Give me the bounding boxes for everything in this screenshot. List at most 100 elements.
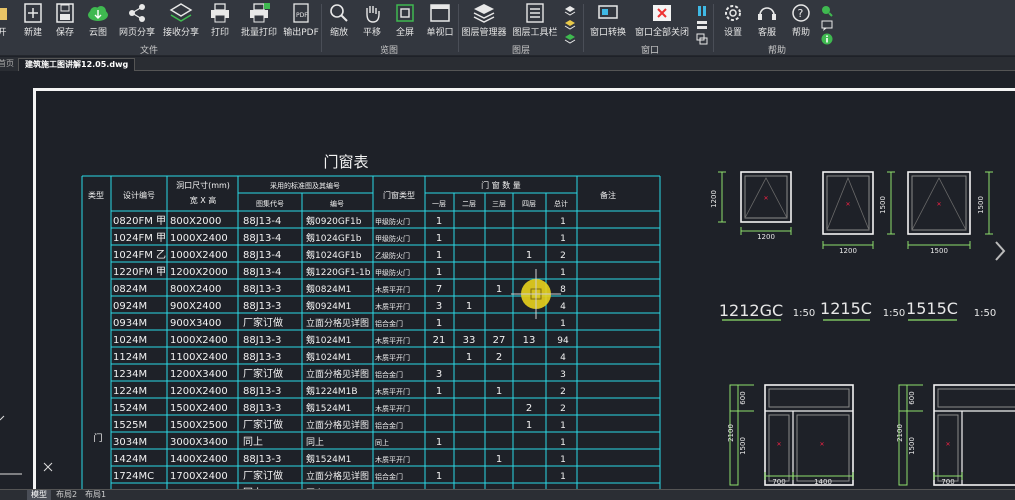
next-arrow-icon[interactable] bbox=[995, 241, 1006, 261]
table-cell: 88J13-4 bbox=[243, 267, 281, 278]
table-cell: 铝合金门 bbox=[375, 472, 403, 481]
table-cell: 27 bbox=[493, 335, 506, 346]
table-cell: 厂家订做 bbox=[243, 469, 283, 482]
dimension-text: 1500 bbox=[879, 196, 887, 214]
table-cell: 同上 bbox=[306, 437, 324, 448]
tab-model[interactable]: 模型 bbox=[27, 490, 51, 500]
door-elevation-a-side bbox=[768, 414, 790, 482]
new-button[interactable]: 新建 bbox=[20, 2, 46, 38]
window-switch-button[interactable]: 窗口转换 bbox=[588, 2, 628, 38]
group-label-window: 窗口 bbox=[641, 46, 660, 56]
door-mark: ✕ bbox=[819, 441, 824, 448]
feedback-icon[interactable] bbox=[821, 16, 833, 31]
info-icon[interactable] bbox=[821, 30, 833, 45]
settings-button[interactable]: 设置 bbox=[720, 2, 746, 38]
ribbon-toolbar: 开 新建 保存 云图 网页分享 接收分享 打印 批量打印 PDF 输出PDF 缩… bbox=[0, 0, 1015, 56]
layer-small-icon[interactable] bbox=[564, 30, 576, 44]
gear-icon bbox=[720, 2, 746, 24]
table-cell: 剱1024M1 bbox=[306, 351, 351, 363]
table-cell: 94 bbox=[557, 336, 569, 346]
magnifier-icon bbox=[326, 2, 352, 24]
tile-horizontal-icon[interactable] bbox=[696, 16, 708, 29]
layer-manager-button[interactable]: 图层管理器 bbox=[461, 2, 507, 38]
web-share-button[interactable]: 网页分享 bbox=[118, 2, 156, 38]
tab-active-drawing[interactable]: 建筑施工图讲解12.05.dwg bbox=[18, 58, 136, 71]
headset-icon bbox=[754, 2, 780, 24]
cascade-icon[interactable] bbox=[696, 30, 708, 45]
table-cell: 1100X2400 bbox=[170, 352, 228, 363]
table-cell: 厂家订做 bbox=[243, 418, 283, 431]
table-cell: 88J13-3 bbox=[243, 284, 281, 295]
layers-icon bbox=[471, 2, 497, 24]
table-cell: 1200X3400 bbox=[170, 369, 228, 380]
fullscreen-button[interactable]: 全屏 bbox=[392, 2, 418, 38]
header-number: 编号 bbox=[330, 199, 344, 208]
table-cell: 1 bbox=[466, 301, 472, 312]
receive-share-button[interactable]: 接收分享 bbox=[162, 2, 200, 38]
table-cell: 甲级防火门 bbox=[375, 268, 410, 277]
tab-layout2[interactable]: 布局2 bbox=[52, 490, 81, 500]
export-pdf-button[interactable]: PDF 输出PDF bbox=[283, 2, 319, 38]
table-cell: 1 bbox=[560, 268, 566, 278]
table-cell: 剱1224M1B bbox=[306, 385, 358, 397]
single-viewport-button[interactable]: 单视口 bbox=[425, 2, 455, 38]
layer-toolbar-icon bbox=[522, 2, 548, 24]
table-cell: 1524M bbox=[113, 403, 147, 414]
table-cell: 剱1024GF1b bbox=[306, 232, 362, 244]
layer-toolbar-button[interactable]: 图层工具栏 bbox=[512, 2, 558, 38]
window-switch-icon bbox=[595, 2, 621, 24]
table-cell: 0924M bbox=[113, 301, 147, 312]
table-cell: 3034M bbox=[113, 437, 147, 448]
batch-print-button[interactable]: 批量打印 bbox=[240, 2, 278, 38]
table-cell: 1525M bbox=[113, 420, 147, 431]
header-total: 总计 bbox=[554, 199, 568, 208]
pdf-icon: PDF bbox=[288, 2, 314, 24]
search-icon[interactable] bbox=[821, 2, 833, 17]
group-separator bbox=[713, 4, 714, 52]
door-elevation-a-mullion bbox=[765, 410, 853, 485]
dimension-text: 700 bbox=[772, 478, 785, 486]
table-cell: 1 bbox=[436, 250, 442, 261]
table-cell: 剱1024M1 bbox=[306, 334, 351, 346]
print-button[interactable]: 打印 bbox=[207, 2, 233, 38]
layer-small-icon[interactable] bbox=[564, 2, 576, 16]
table-cell: 88J13-3 bbox=[243, 386, 281, 397]
table-cell: 剱0824M1 bbox=[306, 283, 351, 295]
tab-layout1[interactable]: 布局1 bbox=[81, 490, 110, 500]
tile-vertical-icon[interactable] bbox=[696, 2, 708, 16]
zoom-button[interactable]: 缩放 bbox=[326, 2, 352, 38]
table-cell: 1024FM 甲 bbox=[113, 233, 166, 244]
door-elevation-a-transom bbox=[768, 388, 850, 408]
door-elevation-b-mullion bbox=[934, 410, 1015, 485]
cloud-button[interactable]: 云图 bbox=[85, 2, 111, 38]
header-opening-size: 洞口尺寸(mm) bbox=[176, 180, 230, 190]
pan-button[interactable]: 平移 bbox=[359, 2, 385, 38]
tab-home[interactable]: 首页 bbox=[0, 58, 20, 71]
table-cell: 1000X2400 bbox=[170, 250, 228, 261]
table-cell: 1 bbox=[560, 217, 566, 227]
door-elevation-b-side bbox=[937, 414, 959, 482]
table-cell: 88J13-4 bbox=[243, 216, 281, 227]
dimension-line bbox=[718, 171, 726, 223]
table-cell: 1024FM 乙 bbox=[113, 249, 166, 261]
table-cell: 立面分格见详图 bbox=[306, 470, 369, 482]
table-cell: 1 bbox=[466, 352, 472, 363]
header-design-code: 设计编号 bbox=[123, 190, 155, 200]
new-file-icon bbox=[20, 2, 46, 24]
save-button[interactable]: 保存 bbox=[52, 2, 78, 38]
type-label-door: 门 bbox=[93, 432, 102, 444]
layer-small-icon[interactable] bbox=[564, 16, 576, 30]
header-door-type: 门窗类型 bbox=[383, 190, 415, 200]
table-cell: 木质平开门 bbox=[375, 302, 410, 311]
table-cell: 88J13-3 bbox=[243, 454, 281, 465]
group-label-help: 帮助 bbox=[768, 46, 787, 56]
inbox-icon bbox=[168, 2, 194, 24]
close-all-windows-button[interactable]: 窗口全部关闭 bbox=[633, 2, 691, 38]
support-button[interactable]: 客服 bbox=[754, 2, 780, 38]
dimension-text: 1500 bbox=[908, 437, 916, 455]
help-button[interactable]: ? 帮助 bbox=[788, 2, 814, 38]
table-cell: 1 bbox=[436, 471, 442, 482]
dimension-text: 2100 bbox=[896, 424, 904, 442]
drawing-canvas[interactable]: 门窗表 类型 设计编号 洞口尺寸(mm) 宽 X 高 采用的标准图及其编号 图集代号 编号 门窗… bbox=[0, 71, 1015, 489]
open-button[interactable]: 开 bbox=[0, 2, 10, 38]
